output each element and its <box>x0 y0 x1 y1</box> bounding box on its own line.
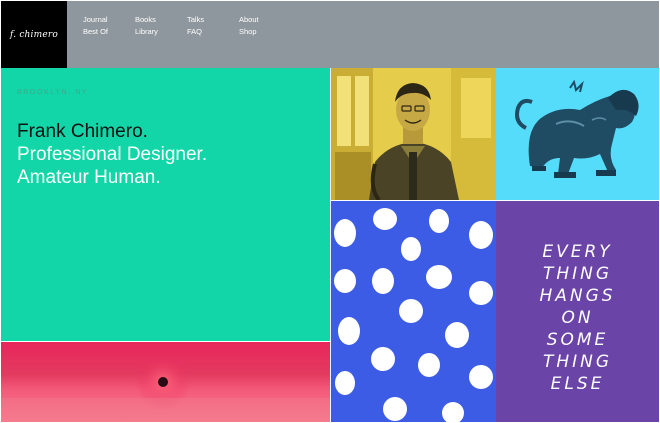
headline-name: Frank Chimero. <box>17 121 148 142</box>
nav-link-journal[interactable]: Journal <box>83 15 135 24</box>
lion-sculpture-image <box>496 68 659 200</box>
nav-link-about[interactable]: About <box>239 15 291 24</box>
nav-column: About Shop <box>239 15 291 36</box>
headline-role: Professional Designer. <box>17 144 208 165</box>
logo-wordmark: f. chimero <box>9 29 59 40</box>
main-nav: Journal Best Of Books Library Talks FAQ … <box>83 15 291 36</box>
page-frame: f. chimero Journal Best Of Books Library… <box>1 1 659 422</box>
lettering-line: HANGS <box>539 286 616 306</box>
nav-column: Books Library <box>135 15 187 36</box>
lettering-line: ELSE <box>550 374 605 394</box>
portrait-photo <box>331 68 496 200</box>
dot-pattern-tile[interactable] <box>331 201 496 422</box>
lettering-line: SOME <box>546 330 609 350</box>
nav-link-best-of[interactable]: Best Of <box>83 27 135 36</box>
lettering-line: ON <box>561 308 594 328</box>
site-header: f. chimero Journal Best Of Books Library… <box>1 1 659 68</box>
lettering-line: THING <box>542 264 613 284</box>
nav-link-talks[interactable]: Talks <box>187 15 239 24</box>
nav-link-books[interactable]: Books <box>135 15 187 24</box>
hand-lettering-tile[interactable]: EVERY THING HANGS ON SOME THING ELSE <box>496 201 659 422</box>
logo-link[interactable]: f. chimero <box>1 1 67 68</box>
intro-headline: Frank Chimero. Professional Designer. Am… <box>17 120 207 189</box>
nav-column: Talks FAQ <box>187 15 239 36</box>
sunset-photo <box>1 354 330 422</box>
nav-link-shop[interactable]: Shop <box>239 27 291 36</box>
nav-link-faq[interactable]: FAQ <box>187 27 239 36</box>
headline-tagline: Amateur Human. <box>17 167 161 188</box>
nav-link-library[interactable]: Library <box>135 27 187 36</box>
sunset-photo-tile[interactable] <box>1 342 330 422</box>
nav-column: Journal Best Of <box>83 15 135 36</box>
hand-lettering-quote: EVERY THING HANGS ON SOME THING ELSE <box>496 241 659 395</box>
location-label: BROOKLYN, NY <box>17 89 89 96</box>
intro-tile: BROOKLYN, NY Frank Chimero. Professional… <box>1 68 330 341</box>
lettering-line: EVERY <box>542 242 613 262</box>
portrait-photo-tile[interactable] <box>331 68 496 200</box>
lettering-line: THING <box>542 352 613 372</box>
dot-pattern-art <box>331 201 496 422</box>
sculpture-photo-tile[interactable] <box>496 68 659 200</box>
